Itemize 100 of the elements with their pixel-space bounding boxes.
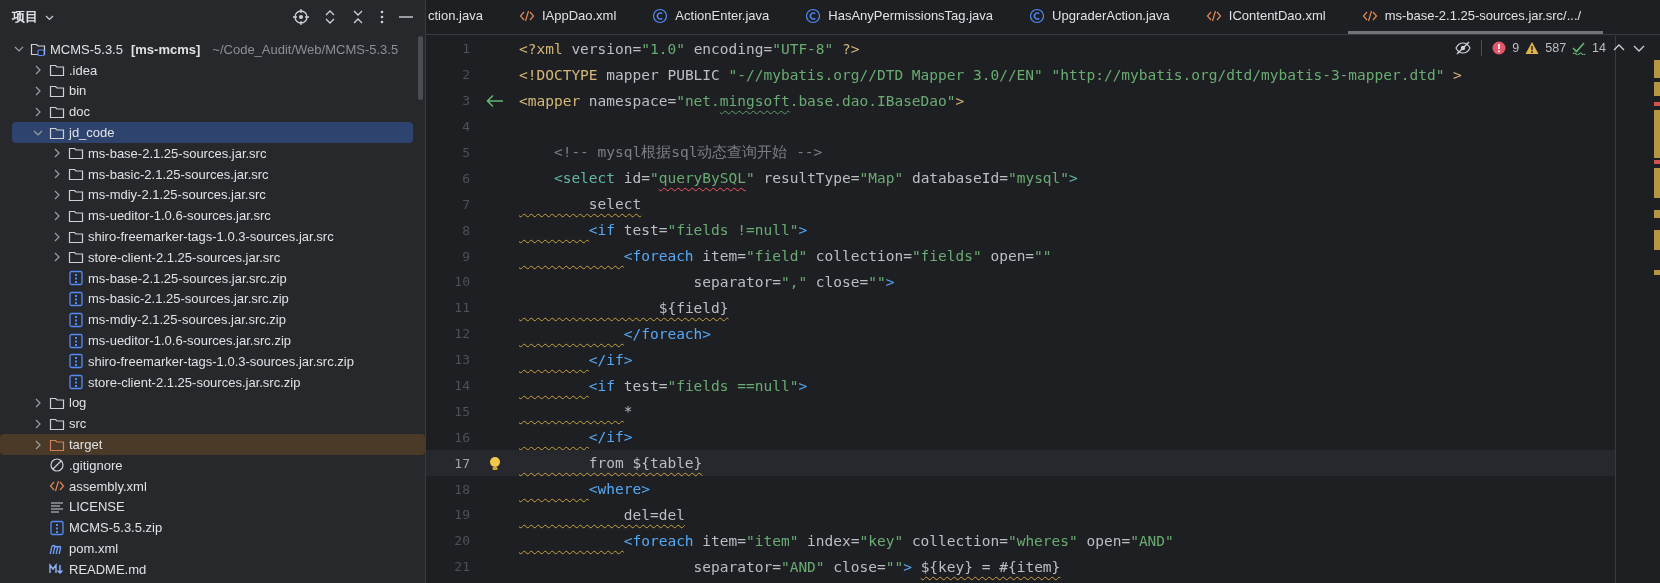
code-line: separator="," close=""> — [692, 273, 895, 290]
tree-row[interactable]: .gitignore — [12, 454, 413, 476]
tree-item-label: pom.xml — [69, 541, 119, 556]
code-line: del=del — [622, 506, 685, 523]
tree-item-label: ms-ueditor-1.0.6-sources.jar.src.zip — [88, 333, 291, 349]
tree-item-label: ms-basic-2.1.25-sources.jar.src — [88, 166, 269, 182]
tree-row[interactable]: doc — [12, 101, 413, 123]
warning-count: 587 — [1545, 41, 1567, 55]
module-folder-icon — [30, 41, 46, 58]
tree-item-label: src — [69, 416, 87, 432]
class-icon — [1029, 7, 1046, 24]
code-line: <?xml version="1.0" encoding="UTF-8" ?> — [519, 40, 860, 57]
weak-warning-count: 14 — [1592, 41, 1606, 55]
tree-item-label: LICENSE — [69, 499, 125, 515]
code-line: * — [622, 403, 633, 420]
tree-item-label: ms-mdiy-2.1.25-sources.jar.src.zip — [88, 312, 286, 328]
tree-item-label: store-client-2.1.25-sources.jar.src — [88, 249, 281, 265]
hidden-eye-icon — [1455, 40, 1472, 56]
archive-icon — [68, 270, 84, 287]
warning-icon — [1525, 41, 1540, 55]
tree-row[interactable]: .idea — [12, 59, 413, 81]
tree-item-label: ms-base-2.1.25-sources.jar.src — [88, 145, 267, 161]
class-icon — [805, 7, 822, 24]
tree-item-label: shiro-freemarker-tags-1.0.3-sources.jar.src — [88, 229, 334, 245]
code-line: select — [587, 196, 642, 213]
tree-row[interactable]: shiro-freemarker-tags-1.0.3-sources.jar.src — [12, 226, 413, 247]
tree-item-label: jd_code — [69, 125, 115, 141]
error-count: 9 — [1512, 41, 1520, 55]
editor-tab[interactable]: ActionEnter.java — [638, 0, 792, 34]
code-line: <mapper namespace="net.mingsoft.base.dao.IBaseDao"> — [519, 92, 965, 109]
folder-icon — [49, 83, 65, 99]
archive-icon — [68, 332, 84, 349]
more-icon — [379, 9, 385, 25]
line-number: 17 — [453, 455, 470, 471]
scrollbar-thumb[interactable] — [418, 36, 423, 100]
code-line: <!-- mysql根据sql动态查询开始 --> — [552, 143, 823, 162]
tree-row[interactable]: assembly.xml — [12, 475, 413, 497]
target-icon — [293, 9, 309, 25]
tree-item-label: ms-mdiy-2.1.25-sources.jar.src — [88, 187, 266, 203]
expand-icon — [323, 9, 337, 25]
arrow-left-icon — [484, 92, 505, 109]
tree-item-label: ms-ueditor-1.0.6-sources.jar.src — [88, 208, 271, 224]
tree-item-label: README.md — [69, 561, 147, 577]
tree-item-label: doc — [69, 104, 90, 120]
tree-row[interactable]: ms-ueditor-1.0.6-sources.jar.src.zip — [12, 330, 413, 351]
tree-row[interactable]: MCMS-5.3.5.zip — [12, 517, 413, 539]
tree-row[interactable]: LICENSE — [12, 496, 413, 518]
editor-tab[interactable]: ms-base-2.1.25-sources.jar.src/.../ — [1347, 0, 1604, 34]
tree-item-label: MCMS-5.3.5 — [50, 41, 123, 57]
tree-row[interactable]: ms-mdiy-2.1.25-sources.jar.src — [12, 184, 413, 206]
archive-icon — [68, 290, 84, 307]
tree-row[interactable]: ms-base-2.1.25-sources.jar.src — [12, 143, 413, 164]
module-name: [ms-mcms] — [130, 41, 201, 57]
archive-icon — [68, 353, 84, 370]
code-line: <if test="fields !=null"> — [587, 222, 808, 239]
code-line: <!DOCTYPE mapper PUBLIC "-//mybatis.org//DTD Mapper 3.0//EN" "http://mybatis.org/dtd/mybatis-3-mapper.dtd" > — [519, 66, 1462, 83]
folder-icon — [68, 166, 84, 183]
code-line: </foreach> — [622, 325, 712, 342]
editor-tab[interactable]: IAppDao.xml — [504, 0, 639, 34]
archive-icon — [68, 311, 84, 328]
tree-row[interactable]: ms-base-2.1.25-sources.jar.src.zip — [12, 267, 413, 289]
tree-item-label: assembly.xml — [69, 478, 147, 494]
tree-row[interactable]: ms-mdiy-2.1.25-sources.jar.src.zip — [12, 309, 413, 331]
tree-item-label: store-client-2.1.25-sources.jar.src.zip — [88, 374, 301, 390]
editor-tab[interactable]: HasAnyPermissionsTag.java — [791, 0, 1016, 34]
code-line: </if> — [587, 429, 633, 446]
tree-row[interactable]: ms-basic-2.1.25-sources.jar.src — [12, 163, 413, 185]
editor-tab[interactable]: IContentDao.xml — [1191, 0, 1348, 34]
tree-row[interactable]: store-client-2.1.25-sources.jar.src.zip — [12, 371, 413, 393]
tree-row[interactable]: pom.xml — [12, 538, 413, 559]
tree-row-selected[interactable]: jd_code — [12, 122, 413, 143]
code-line: ${field} — [657, 299, 729, 316]
panel-title[interactable]: 项目 — [12, 8, 38, 26]
tree-row[interactable]: store-client-2.1.25-sources.jar.src — [12, 246, 413, 268]
tree-row[interactable]: MCMS-5.3.5 [ms-mcms] ~/Code_Audit/Web/MCMS-5.3.5 — [12, 39, 413, 60]
tree-row[interactable]: shiro-freemarker-tags-1.0.3-sources.jar.src.zip — [12, 350, 413, 372]
tree-row[interactable]: ms-basic-2.1.25-sources.jar.src.zip — [12, 288, 413, 310]
tree-item-label: ms-basic-2.1.25-sources.jar.src.zip — [88, 291, 289, 307]
tree-item-label: ms-base-2.1.25-sources.jar.src.zip — [88, 270, 287, 286]
tree-row[interactable]: target — [0, 434, 425, 455]
collapse-icon — [351, 9, 365, 25]
tree-row[interactable]: README.md — [12, 558, 413, 580]
code-line: from ${table} — [587, 455, 703, 472]
weak-warning-icon — [1572, 41, 1587, 55]
archive-icon — [68, 374, 84, 391]
minimize-icon — [399, 16, 413, 18]
tree-row[interactable]: src — [12, 413, 413, 435]
tree-row[interactable]: ms-ueditor-1.0.6-sources.jar.src — [12, 205, 413, 227]
tree-row[interactable]: log — [12, 392, 413, 414]
code-line: <foreach item="item" index="key" collection="wheres" open="AND" — [622, 532, 1174, 549]
editor-tab[interactable]: ction.java — [426, 0, 505, 34]
archive-icon — [49, 519, 65, 536]
folder-icon — [49, 62, 65, 79]
tree-item-label: log — [69, 395, 87, 411]
editor-tab[interactable]: UpgraderAction.java — [1015, 0, 1192, 34]
tree-item-label: .idea — [69, 62, 98, 78]
tree-row[interactable]: bin — [12, 80, 413, 102]
code-line: separator="AND" close=""> ${key} = #{item} — [692, 558, 1061, 575]
error-icon — [1492, 41, 1507, 55]
tree-item-label: shiro-freemarker-tags-1.0.3-sources.jar.src.zip — [88, 353, 354, 369]
